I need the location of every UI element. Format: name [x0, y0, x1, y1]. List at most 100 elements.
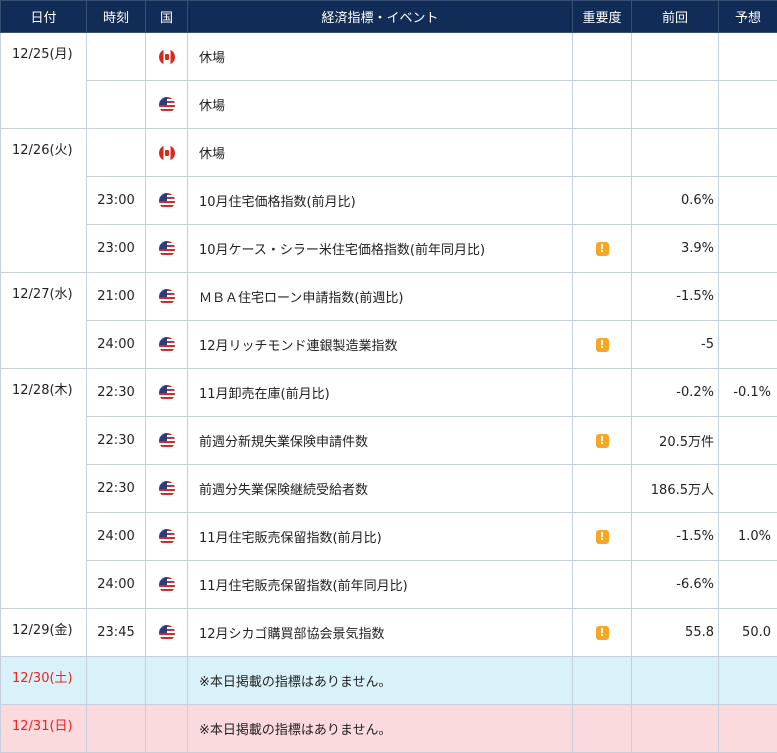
table-row: 12/28(木)22:3011月卸売在庫(前月比)-0.2%-0.1% [1, 369, 777, 417]
forecast-cell: 50.0 [719, 609, 777, 657]
country-cell [146, 561, 188, 609]
importance-cell [573, 177, 632, 225]
date-cell [1, 225, 87, 273]
event-cell: 10月住宅価格指数(前月比) [188, 177, 573, 225]
country-cell [146, 129, 188, 177]
forecast-cell: 1.0% [719, 513, 777, 561]
country-cell [146, 33, 188, 81]
previous-cell [632, 129, 719, 177]
usa-flag-icon [159, 529, 175, 545]
importance-alert-icon: ! [596, 530, 609, 544]
country-cell [146, 177, 188, 225]
importance-cell [573, 33, 632, 81]
previous-cell: -5 [632, 321, 719, 369]
event-header: 経済指標・イベント [188, 1, 573, 33]
time-cell [87, 129, 146, 177]
date-cell [1, 417, 87, 465]
forecast-cell [719, 657, 777, 705]
time-cell: 21:00 [87, 273, 146, 321]
forecast-cell [719, 81, 777, 129]
table-row: 12/25(月)休場 [1, 33, 777, 81]
event-cell: 11月卸売在庫(前月比) [188, 369, 573, 417]
time-cell: 22:30 [87, 417, 146, 465]
previous-cell: 20.5万件 [632, 417, 719, 465]
usa-flag-icon [159, 481, 175, 497]
forecast-cell [719, 129, 777, 177]
date-cell: 12/28(木) [1, 369, 87, 417]
event-cell: ※本日掲載の指標はありません。 [188, 657, 573, 705]
event-cell: 11月住宅販売保留指数(前月比) [188, 513, 573, 561]
time-cell [87, 81, 146, 129]
usa-flag-icon [159, 241, 175, 257]
previous-cell: 0.6% [632, 177, 719, 225]
importance-alert-icon: ! [596, 434, 609, 448]
previous-cell: 3.9% [632, 225, 719, 273]
event-cell: 前週分新規失業保険申請件数 [188, 417, 573, 465]
table-row: 休場 [1, 81, 777, 129]
previous-cell: 55.8 [632, 609, 719, 657]
previous-cell: 186.5万人 [632, 465, 719, 513]
time-cell: 24:00 [87, 561, 146, 609]
importance-alert-icon: ! [596, 338, 609, 352]
country-cell [146, 225, 188, 273]
importance-cell: ! [573, 417, 632, 465]
time-cell: 23:00 [87, 225, 146, 273]
previous-cell: -1.5% [632, 273, 719, 321]
date-cell [1, 177, 87, 225]
time-header: 時刻 [87, 1, 146, 33]
time-cell: 23:45 [87, 609, 146, 657]
table-row: 12/31(日)※本日掲載の指標はありません。 [1, 705, 777, 753]
table-row: 12/30(土)※本日掲載の指標はありません。 [1, 657, 777, 705]
table-row: 12/29(金)23:45 12月シカゴ購買部協会景気指数! 55.850.0 [1, 609, 777, 657]
date-cell: 12/29(金) [1, 609, 87, 657]
country-cell [146, 321, 188, 369]
previous-header: 前回 [632, 1, 719, 33]
previous-cell: -1.5% [632, 513, 719, 561]
importance-alert-icon: ! [596, 242, 609, 256]
date-cell: 12/25(月) [1, 33, 87, 81]
country-cell [146, 81, 188, 129]
country-header: 国 [146, 1, 188, 33]
event-cell: 12月シカゴ購買部協会景気指数 [188, 609, 573, 657]
time-cell [87, 33, 146, 81]
previous-cell [632, 657, 719, 705]
time-cell: 22:30 [87, 369, 146, 417]
event-cell: 12月リッチモンド連銀製造業指数 [188, 321, 573, 369]
date-cell [1, 321, 87, 369]
event-cell: ＭＢＡ住宅ローン申請指数(前週比) [188, 273, 573, 321]
importance-cell: ! [573, 513, 632, 561]
table-row: 23:0010月住宅価格指数(前月比)0.6% [1, 177, 777, 225]
previous-cell [632, 33, 719, 81]
importance-cell: ! [573, 321, 632, 369]
country-cell [146, 705, 188, 753]
date-header: 日付 [1, 1, 87, 33]
event-cell: 休場 [188, 81, 573, 129]
usa-flag-icon [159, 577, 175, 593]
date-cell [1, 465, 87, 513]
table-row: 12/27(水)21:00ＭＢＡ住宅ローン申請指数(前週比)-1.5% [1, 273, 777, 321]
usa-flag-icon [159, 385, 175, 401]
table-row: 22:30前週分失業保険継続受給者数186.5万人 [1, 465, 777, 513]
table-row: 24:0011月住宅販売保留指数(前年同月比)-6.6% [1, 561, 777, 609]
forecast-cell [719, 705, 777, 753]
forecast-header: 予想 [719, 1, 777, 33]
forecast-cell [719, 273, 777, 321]
importance-cell [573, 81, 632, 129]
usa-flag-icon [159, 97, 175, 113]
event-cell: 休場 [188, 129, 573, 177]
country-cell [146, 417, 188, 465]
country-cell [146, 369, 188, 417]
country-cell [146, 513, 188, 561]
date-cell: 12/26(火) [1, 129, 87, 177]
country-cell [146, 465, 188, 513]
country-cell [146, 609, 188, 657]
importance-cell [573, 705, 632, 753]
table-row: 12/26(火) 休場 [1, 129, 777, 177]
importance-alert-icon: ! [596, 626, 609, 640]
usa-flag-icon [159, 193, 175, 209]
time-cell [87, 657, 146, 705]
canada-flag-icon [159, 49, 175, 65]
date-cell [1, 513, 87, 561]
event-cell: 10月ケース・シラー米住宅価格指数(前年同月比) [188, 225, 573, 273]
previous-cell: -6.6% [632, 561, 719, 609]
